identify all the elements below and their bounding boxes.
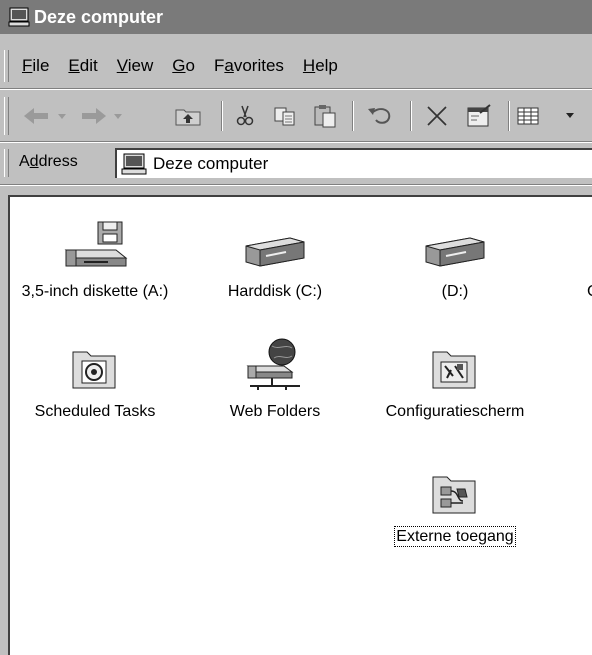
address-bar-grip[interactable]	[4, 149, 9, 177]
menu-go[interactable]: Go	[172, 56, 195, 76]
paste-icon	[314, 105, 336, 128]
window-title: Deze computer	[34, 6, 164, 27]
menu-bar-grip[interactable]	[4, 50, 9, 82]
item-label: 3,5-inch diskette (A:)	[21, 283, 169, 300]
item-label: Web Folders	[229, 403, 321, 420]
dialup-networking[interactable]: Externe toegang	[370, 462, 540, 547]
item-label: (D:)	[441, 283, 469, 300]
item-label: Harddisk (C:)	[227, 283, 323, 300]
scheduled-tasks[interactable]: Scheduled Tasks	[10, 337, 180, 421]
file-list-view[interactable]: 3,5-inch diskette (A:) Harddisk (C:) (D:…	[8, 195, 592, 655]
delete-icon	[427, 106, 447, 126]
copy-button[interactable]	[270, 101, 300, 131]
web-folders[interactable]: Web Folders	[190, 337, 360, 421]
drive-partial[interactable]: C	[550, 217, 592, 301]
menu-help[interactable]: Help	[303, 56, 338, 76]
menu-file[interactable]: File	[22, 56, 49, 76]
control-panel[interactable]: Configuratiescherm	[370, 337, 540, 421]
forward-arrow-icon	[82, 108, 122, 124]
views-icon	[517, 107, 574, 125]
item-label: Scheduled Tasks	[34, 403, 156, 420]
menu-favorites[interactable]: Favorites	[214, 56, 284, 76]
undo-icon	[368, 108, 391, 124]
dialup-networking-icon	[370, 462, 540, 517]
menu-bar: File Edit View Go Favorites Help	[0, 46, 592, 86]
item-label: Configuratiescherm	[385, 403, 525, 420]
divider	[221, 101, 223, 131]
hard-drive-icon	[190, 217, 360, 272]
toolbar-grip[interactable]	[4, 97, 9, 135]
address-value: Deze computer	[153, 154, 269, 173]
address-label: Address	[19, 153, 78, 170]
properties-icon	[467, 104, 491, 127]
menu-edit[interactable]: Edit	[68, 56, 97, 76]
divider	[508, 101, 510, 131]
menu-view[interactable]: View	[117, 56, 154, 76]
control-panel-icon	[370, 337, 540, 392]
title-bar[interactable]: Deze computer	[0, 0, 592, 34]
item-label: C	[586, 282, 592, 301]
drive-d[interactable]: (D:)	[370, 217, 540, 301]
hard-drive-icon	[370, 217, 540, 272]
forward-button[interactable]	[76, 101, 126, 131]
properties-button[interactable]	[462, 101, 496, 131]
divider	[352, 101, 354, 131]
cut-icon	[236, 105, 254, 126]
divider	[0, 141, 592, 143]
up-folder-icon	[175, 109, 201, 126]
divider	[0, 88, 592, 90]
up-button[interactable]	[172, 101, 204, 131]
address-bar: Address Deze computer	[0, 145, 592, 181]
copy-icon	[274, 107, 295, 126]
web-folders-icon	[190, 337, 360, 392]
item-label: Externe toegang	[394, 526, 516, 547]
scheduled-tasks-icon	[10, 337, 180, 392]
computer-icon	[8, 7, 30, 27]
divider	[0, 184, 592, 186]
cut-button[interactable]	[230, 101, 260, 131]
standard-toolbar	[0, 93, 592, 139]
address-input[interactable]: Deze computer	[115, 148, 592, 178]
divider	[410, 101, 412, 131]
paste-button[interactable]	[308, 101, 342, 131]
drive-a[interactable]: 3,5-inch diskette (A:)	[10, 217, 180, 301]
back-button[interactable]	[20, 101, 70, 131]
back-arrow-icon	[24, 108, 66, 124]
computer-icon	[121, 153, 147, 175]
undo-button[interactable]	[360, 101, 400, 131]
delete-button[interactable]	[420, 101, 454, 131]
floppy-drive-icon	[10, 217, 180, 272]
views-button[interactable]	[514, 101, 574, 131]
drive-c[interactable]: Harddisk (C:)	[190, 217, 360, 301]
